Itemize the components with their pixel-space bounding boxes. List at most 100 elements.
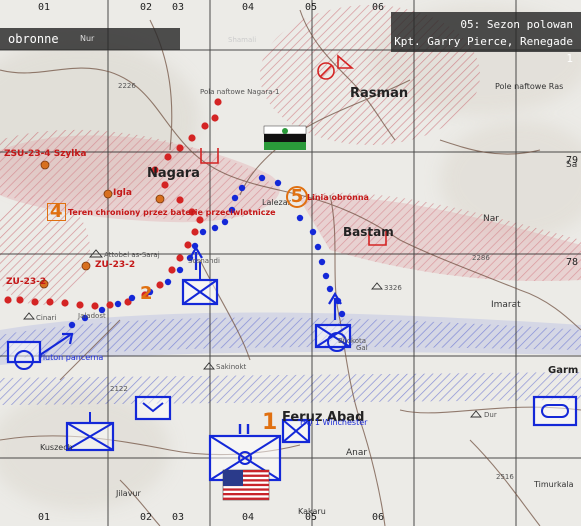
us-flag-icon [222,469,270,501]
town-label-gal: Gal [356,344,368,352]
grid-label-top: 04 [242,2,255,13]
route-waypoint-blue [258,174,266,182]
route-waypoint-red [4,296,12,304]
route-waypoint-red [196,216,204,224]
town-label-rasman: Rasman [350,86,409,101]
town-label-nur: Nur [80,34,95,43]
enemy-position-dot [81,261,91,271]
route-waypoint-blue [221,218,229,226]
route-waypoint-red [46,298,54,306]
route-waypoint-blue [296,214,304,222]
enemy-position-dot [155,194,165,204]
route-waypoint-red [161,181,169,189]
town-label-imarat: Imarat [491,300,521,310]
town-label-kakaru: Kakaru [298,507,326,516]
route-waypoint-blue [238,184,246,192]
town-label-sosnandi: Sosnandi [188,257,220,265]
route-waypoint-red [191,228,199,236]
town-label-attobel: Attobel as-Saraj [104,251,160,259]
route-waypoint-red [188,134,196,142]
route-waypoint-red [106,301,114,309]
route-waypoint-blue [334,297,342,305]
unit-name: Kpt. Garry Pierce, Renegade 1 [394,35,573,65]
grid-label-right: 78 [566,257,579,268]
route-waypoint-blue [326,285,334,293]
town-label-bastam: Bastam [343,225,394,239]
route-waypoint-red [61,299,69,307]
grid-label-bottom: 04 [242,512,255,523]
grid-label-top: 06 [372,2,385,13]
town-label-sa: Sa [566,160,578,170]
route-waypoint-blue [199,228,207,236]
route-waypoint-blue [318,258,326,266]
enemy-position-dot [103,189,113,199]
hq-winchester-label: HQ 1 Winchester [300,418,368,427]
route-waypoint-red [176,254,184,262]
objective-number[interactable]: 2 [140,283,153,304]
enemy-position-dot [40,160,50,170]
grid-label-bottom: 03 [172,512,185,523]
friendly-infantry-unit-icon [65,421,115,452]
tactical-map[interactable]: obronne 05: Sezon polowan Kpt. Garry Pie… [0,0,581,526]
map-canvas [0,0,581,526]
enemy-flag-icon [263,125,307,150]
town-label-kuszech: Kuszech [40,443,73,452]
grid-label-top: 05 [305,2,318,13]
town-label-sakinokt: Sakinokt [216,363,247,371]
objective-number[interactable]: 1 [262,410,277,435]
town-label-anar: Anar [346,448,368,458]
town-label-shamali: Shamali [228,36,257,44]
route-waypoint-red [214,98,222,106]
hill-label: 2226 [118,82,136,90]
route-waypoint-blue [128,294,136,302]
town-label-jaladost: Jaladost [78,312,106,320]
oilfield-label-east: Pole naftowe Ras [495,82,564,91]
town-label-garm: Garm [548,365,579,376]
route-waypoint-blue [309,228,317,236]
mission-title: 05: Sezon polowan [460,18,573,31]
route-waypoint-red [176,144,184,152]
hill-label: 2122 [110,385,128,393]
route-waypoint-red [76,301,84,309]
mission-info-panel: 05: Sezon polowan Kpt. Garry Pierce, Ren… [391,12,581,65]
town-label-nagara: Nagara [147,166,200,181]
route-waypoint-red [31,298,39,306]
town-label-jilavur: Jilavur [116,489,141,498]
route-waypoint-blue [211,224,219,232]
grid-label-top: 02 [140,2,153,13]
town-label-nar: Nar [483,214,499,224]
town-label-cinari: Cinari [36,314,57,322]
route-waypoint-blue [322,272,330,280]
enemy-label-zsu-szylka[interactable]: ZSU-23-4 Szylka [4,149,86,159]
enemy-label-igla[interactable]: Igla [113,188,132,198]
defense-line-label: Linia obronna [307,193,369,202]
town-label-dur: Dur [484,411,497,419]
friendly-unit-icon [181,278,219,306]
enemy-label-zu-23-2-west[interactable]: ZU-23-2 [6,277,46,287]
oilfield-label-north: Pola naftowe Nagara-1 [200,88,280,96]
hill-label: 2286 [472,254,490,262]
friendly-armor-unit-icon [532,395,578,427]
objective-number[interactable]: 4 [47,203,66,221]
hill-label: 3326 [384,284,402,292]
route-waypoint-red [211,114,219,122]
route-waypoint-blue [176,266,184,274]
hill-label: 2516 [496,473,514,481]
route-waypoint-red [184,241,192,249]
grid-label-bottom: 02 [140,512,153,523]
enemy-label-zu-23-2[interactable]: ZU-23-2 [95,260,135,270]
route-waypoint-red [91,302,99,310]
armored-platoon-label: Pluton pancerna [38,353,104,362]
route-waypoint-blue [231,194,239,202]
route-waypoint-red [201,122,209,130]
grid-label-top: 03 [172,2,185,13]
objective-number[interactable]: 5 [286,186,308,208]
route-waypoint-blue [68,321,76,329]
route-waypoint-blue [191,242,199,250]
protected-area-label: Teren chroniony przez baterie przeciwlot… [68,208,276,217]
grid-label-top: 01 [38,2,51,13]
route-waypoint-blue [164,278,172,286]
route-waypoint-red [164,153,172,161]
grid-label-bottom: 06 [372,512,385,523]
route-waypoint-blue [274,179,282,187]
